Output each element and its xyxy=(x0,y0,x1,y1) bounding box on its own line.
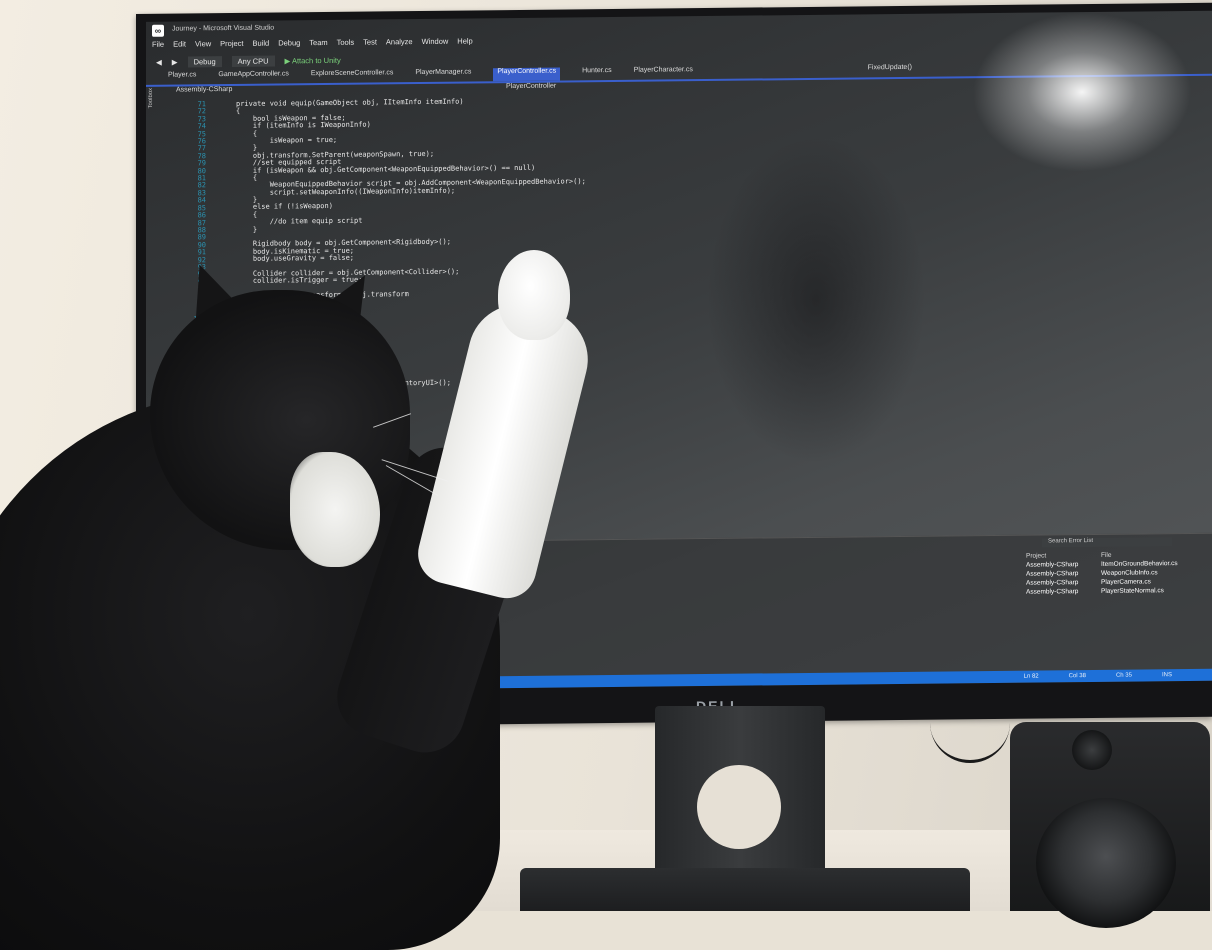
menu-item-build[interactable]: Build xyxy=(253,39,270,53)
status-item: Ch 35 xyxy=(1115,672,1132,679)
error-project: Assembly-CSharp xyxy=(1026,588,1079,596)
tab-playercontroller-cs[interactable]: PlayerController.cs xyxy=(493,67,561,82)
error-file: PlayerStateNormal.cs xyxy=(1101,587,1164,595)
status-item: Col 38 xyxy=(1068,673,1086,680)
config-select[interactable]: Debug xyxy=(187,55,222,67)
menu-item-team[interactable]: Team xyxy=(309,38,327,52)
forward-icon[interactable]: ▶ xyxy=(172,57,178,66)
menu-item-analyze[interactable]: Analyze xyxy=(386,37,413,51)
screen-glare xyxy=(972,10,1192,174)
tab-playercharacter-cs[interactable]: PlayerCharacter.cs xyxy=(634,66,693,80)
error-list-table: Project File Assembly-CSharp ItemOnGroundBe… xyxy=(1026,551,1191,598)
attach-to-unity-button[interactable]: ▶ Attach to Unity xyxy=(285,55,341,65)
menu-item-view[interactable]: View xyxy=(195,39,211,53)
stand-cable-hole xyxy=(697,765,781,849)
attach-label: Attach to Unity xyxy=(291,55,341,65)
table-row[interactable]: Assembly-CSharp PlayerStateNormal.cs xyxy=(1026,587,1191,598)
tab-explorescenecontroller-cs[interactable]: ExploreSceneController.cs xyxy=(311,69,394,83)
tab-hunter-cs[interactable]: Hunter.cs xyxy=(582,67,612,80)
class-dropdown[interactable]: PlayerController xyxy=(506,83,556,91)
tab-player-cs[interactable]: Player.cs xyxy=(168,71,196,84)
speaker-tweeter xyxy=(1072,730,1112,770)
tab-playermanager-cs[interactable]: PlayerManager.cs xyxy=(415,68,471,82)
menu-item-tools[interactable]: Tools xyxy=(337,38,355,52)
status-item: Ln 82 xyxy=(1023,673,1039,680)
monitor-stand-base xyxy=(520,868,970,911)
status-item: INS xyxy=(1161,672,1172,679)
toolbox-label[interactable]: Toolbox xyxy=(148,88,154,109)
cat-paw xyxy=(498,250,570,340)
window-title: Journey - Microsoft Visual Studio xyxy=(172,24,275,33)
menu-item-project[interactable]: Project xyxy=(220,39,243,53)
menu-item-edit[interactable]: Edit xyxy=(173,39,186,53)
menu-item-file[interactable]: File xyxy=(152,40,164,54)
menu-item-window[interactable]: Window xyxy=(422,37,449,51)
platform-select[interactable]: Any CPU xyxy=(231,55,275,67)
menu-item-debug[interactable]: Debug xyxy=(278,38,300,52)
project-dropdown[interactable]: Assembly-CSharp xyxy=(176,86,232,94)
visual-studio-logo-icon: ∞ xyxy=(152,24,164,37)
tab-gameappcontroller-cs[interactable]: GameAppController.cs xyxy=(218,70,288,84)
menu-item-help[interactable]: Help xyxy=(457,36,472,50)
screen-reflection xyxy=(706,133,926,467)
error-search-input[interactable]: Search Error List xyxy=(1042,537,1172,548)
back-icon[interactable]: ◀ xyxy=(156,57,162,66)
member-dropdown[interactable]: FixedUpdate() xyxy=(868,64,912,71)
speaker-woofer xyxy=(1036,798,1176,928)
menu-item-test[interactable]: Test xyxy=(363,37,377,51)
